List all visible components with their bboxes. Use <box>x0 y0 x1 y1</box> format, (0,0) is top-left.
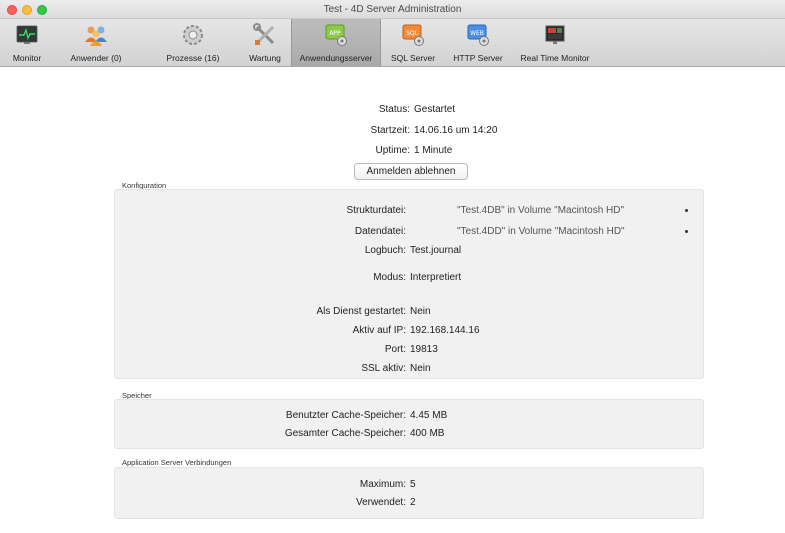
data-file-dropdown-icon[interactable] <box>685 230 688 233</box>
total-cache-value: 400 MB <box>410 428 445 439</box>
reject-connections-button[interactable]: Anmelden ablehnen <box>354 163 468 180</box>
port-value: 19813 <box>410 344 438 355</box>
tab-label: HTTP Server <box>453 53 503 63</box>
processes-gear-icon <box>183 25 203 45</box>
used-cache-key: Benutzter Cache-Speicher: <box>285 410 406 421</box>
tab-label: Anwender (0) <box>70 53 122 63</box>
maintenance-tools-icon <box>253 23 275 45</box>
max-connections-value: 5 <box>410 479 416 490</box>
structure-file-value: "Test.4DB" in Volume "Macintosh HD" <box>457 205 625 216</box>
mode-key: Modus: <box>373 272 406 283</box>
uptime-key: Uptime: <box>375 145 410 156</box>
tab-label: Anwendungsserver <box>299 53 373 63</box>
tab-real-time-monitor[interactable]: Real Time Monitor <box>512 19 598 67</box>
uptime-value: 1 Minute <box>414 145 453 156</box>
start-time-value: 14.06.16 um 14:20 <box>414 125 498 136</box>
toolbar: Monitor Anwender (0) Prozesse (16) Wartu… <box>0 19 785 67</box>
title-bar: Test - 4D Server Administration <box>0 0 785 19</box>
mode-value: Interpretiert <box>410 272 462 283</box>
status-key: Status: <box>378 104 410 115</box>
used-cache-value: 4.45 MB <box>410 410 448 421</box>
connections-section-label: Application Server Verbindungen <box>122 458 232 467</box>
total-cache-key: Gesamter Cache-Speicher: <box>284 428 406 439</box>
status-value: Gestartet <box>414 104 456 115</box>
ip-key: Aktiv auf IP: <box>352 325 406 336</box>
svg-text:WEB: WEB <box>470 30 484 37</box>
tab-label: Monitor <box>12 53 42 63</box>
users-icon <box>85 26 107 46</box>
connections-box <box>114 467 704 519</box>
realtime-monitor-icon <box>545 25 565 44</box>
sql-server-icon: SQL <box>402 24 424 46</box>
tab-processes[interactable]: Prozesse (16) <box>152 19 234 67</box>
max-connections-key: Maximum: <box>359 479 406 490</box>
tab-sql-server[interactable]: SQL SQL Server <box>382 19 444 67</box>
svg-text:APP: APP <box>329 30 341 37</box>
memory-box <box>114 399 704 449</box>
app-server-icon: APP <box>325 24 347 46</box>
config-box <box>114 189 704 379</box>
tab-application-server[interactable]: APP Anwendungsserver <box>291 19 381 67</box>
service-key: Als Dienst gestartet: <box>316 306 406 317</box>
service-value: Nein <box>410 306 431 317</box>
ssl-value: Nein <box>410 363 431 374</box>
data-file-value: "Test.4DD" in Volume "Macintosh HD" <box>457 226 625 237</box>
monitor-icon <box>16 25 38 44</box>
structure-file-dropdown-icon[interactable] <box>685 209 688 212</box>
tab-http-server[interactable]: WEB HTTP Server <box>445 19 511 67</box>
http-server-icon: WEB <box>467 24 489 46</box>
tab-label: Wartung <box>249 53 281 63</box>
log-value: Test.journal <box>410 245 462 256</box>
svg-text:SQL: SQL <box>406 30 419 37</box>
port-key: Port: <box>384 344 406 355</box>
used-connections-key: Verwendet: <box>355 497 406 508</box>
structure-file-key: Strukturdatei: <box>346 205 406 216</box>
tab-label: SQL Server <box>390 53 436 63</box>
tab-monitor[interactable]: Monitor <box>0 19 54 67</box>
log-key: Logbuch: <box>364 245 406 256</box>
ip-value: 192.168.144.16 <box>410 325 480 336</box>
used-connections-value: 2 <box>410 497 416 508</box>
tab-users[interactable]: Anwender (0) <box>54 19 138 67</box>
data-file-key: Datendatei: <box>354 226 406 237</box>
start-time-key: Startzeit: <box>370 125 410 136</box>
tab-maintenance[interactable]: Wartung <box>240 19 290 67</box>
tab-label: Prozesse (16) <box>166 53 220 63</box>
tab-label: Real Time Monitor <box>520 53 590 63</box>
window-title: Test - 4D Server Administration <box>323 4 462 15</box>
ssl-key: SSL aktiv: <box>361 363 406 374</box>
admin-window: Test - 4D Server Administration Monitor … <box>0 0 785 533</box>
